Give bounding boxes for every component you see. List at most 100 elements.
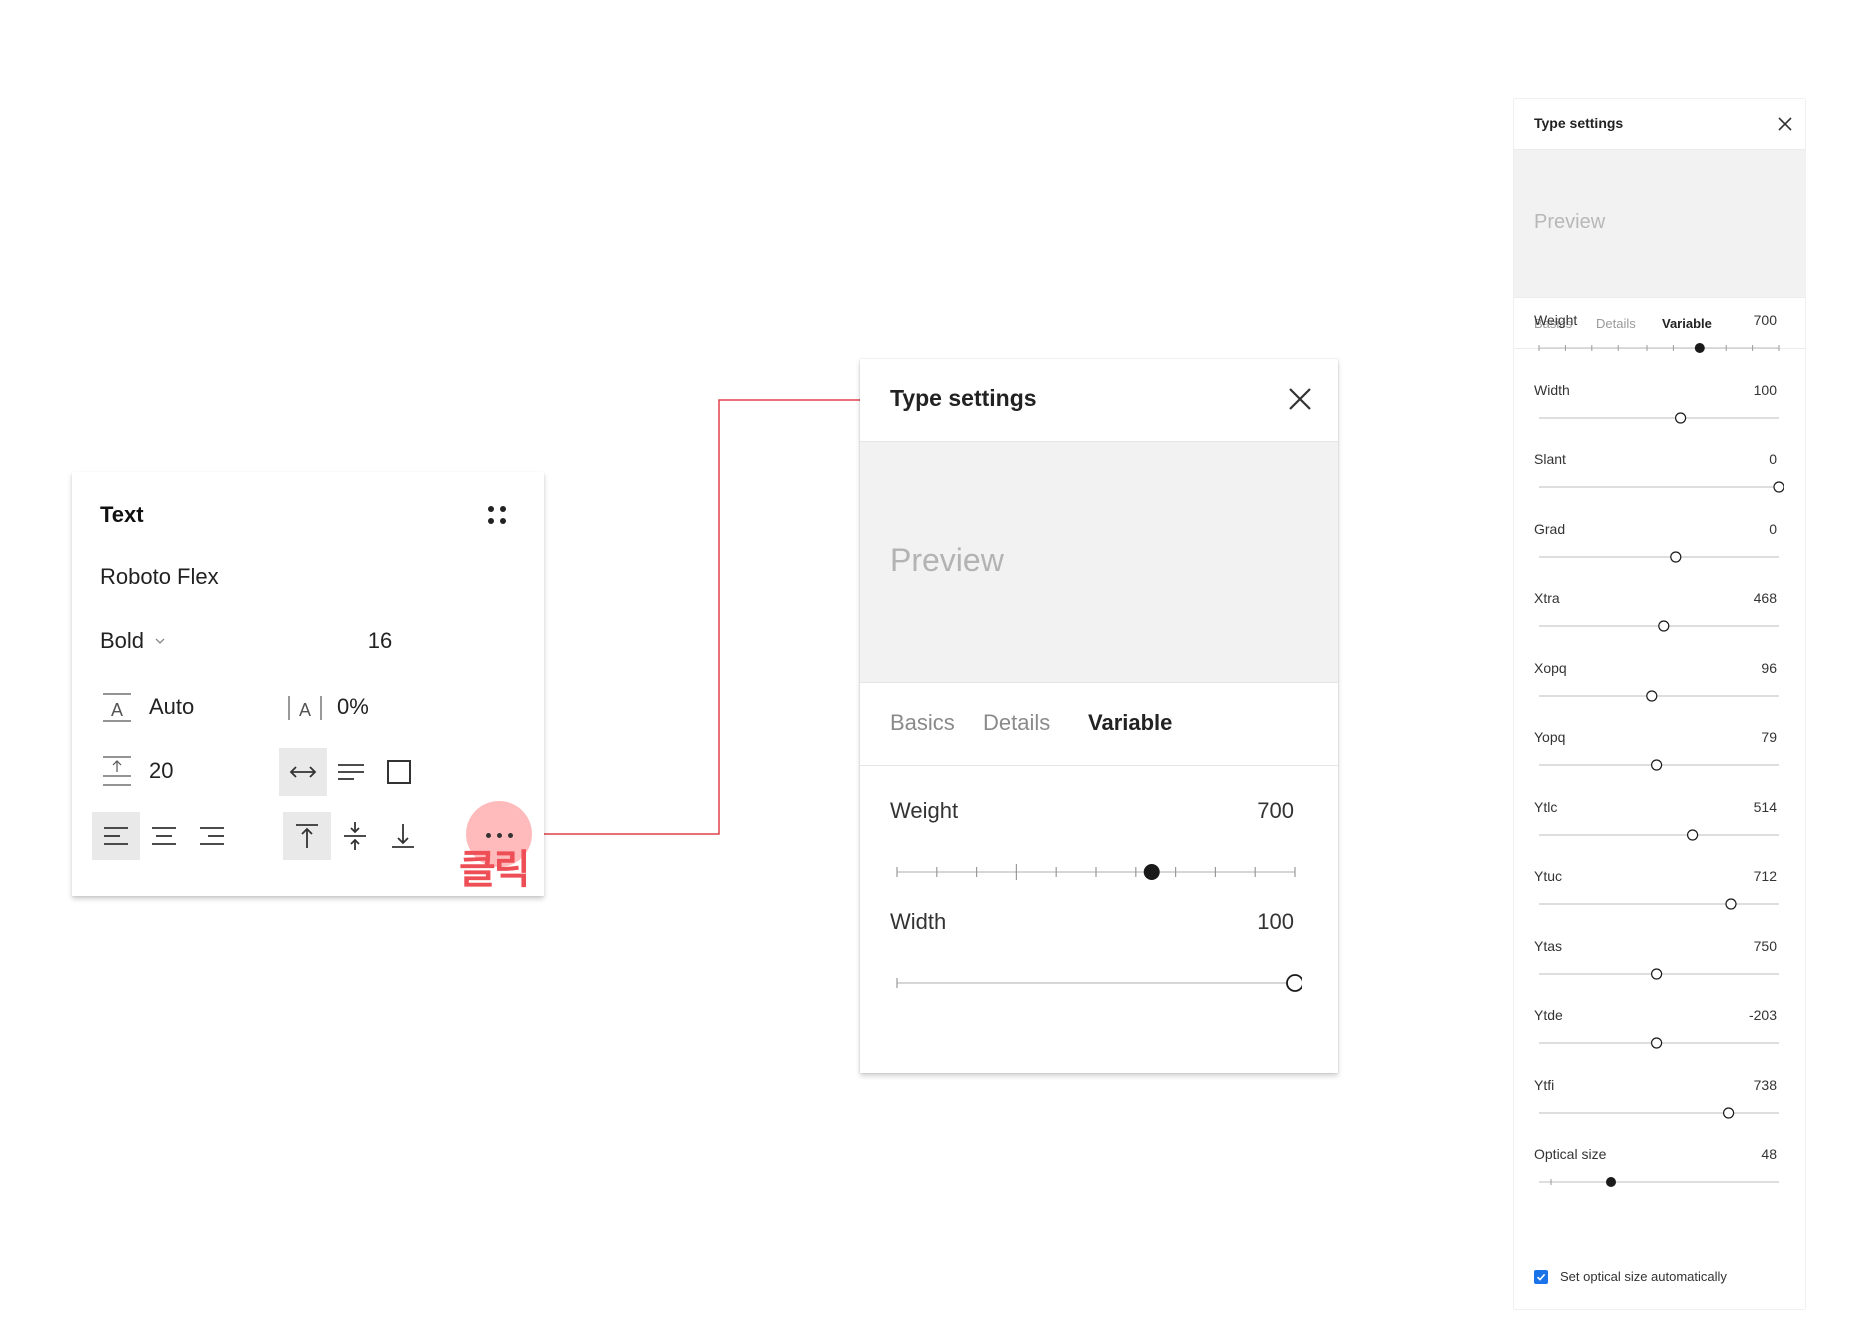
xtra-value[interactable]: 468 (1754, 590, 1777, 606)
panel-header: Type settings (860, 359, 1338, 442)
width-label: Width (890, 909, 947, 934)
yopq-slider[interactable] (1534, 755, 1784, 775)
auto-height-button[interactable] (327, 748, 375, 796)
ytuc-value[interactable]: 712 (1754, 868, 1777, 884)
align-left-button[interactable] (92, 812, 140, 860)
line-height-value[interactable]: 20 (149, 758, 173, 784)
xtra-label: Xtra (1534, 590, 1560, 606)
width-value[interactable]: 100 (1257, 909, 1294, 935)
slider-thumb[interactable] (1723, 1107, 1735, 1119)
slider-thumb[interactable] (1646, 690, 1658, 702)
align-middle-button[interactable] (331, 812, 379, 860)
optical-size-value[interactable]: 48 (1761, 1146, 1777, 1162)
weight-value[interactable]: 700 (1754, 312, 1777, 328)
grad-value[interactable]: 0 (1769, 521, 1777, 537)
align-right-button[interactable] (188, 812, 236, 860)
weight-label: Weight (890, 798, 959, 823)
width-label: Width (1534, 382, 1570, 398)
slider-thumb[interactable] (1687, 829, 1699, 841)
auto-width-button[interactable] (279, 748, 327, 796)
svg-text:A: A (299, 700, 311, 720)
align-bottom-icon (392, 824, 414, 848)
weight-slider[interactable] (1534, 338, 1784, 358)
xopq-slider[interactable] (1534, 686, 1784, 706)
fixed-size-button[interactable] (375, 748, 423, 796)
close-icon[interactable] (1284, 383, 1316, 415)
font-family-select[interactable]: Roboto Flex (100, 564, 219, 590)
slider-thumb[interactable] (1650, 759, 1663, 771)
ytde-label: Ytde (1534, 1007, 1563, 1023)
optical-size-slider[interactable] (1534, 1172, 1784, 1192)
weight-label: Weight (1534, 312, 1578, 328)
ytfi-slider[interactable] (1534, 1103, 1784, 1123)
click-annotation: 클릭 (459, 847, 531, 893)
width-slider[interactable] (1534, 408, 1784, 428)
width-value[interactable]: 100 (1754, 382, 1777, 398)
font-weight-select[interactable]: Bold (100, 628, 166, 654)
slider-thumb[interactable] (1694, 343, 1705, 353)
close-icon[interactable] (1776, 115, 1794, 133)
tab-bar: Basics Details Variable (860, 683, 1338, 766)
ytlc-value[interactable]: 514 (1754, 799, 1777, 815)
tab-details[interactable]: Details (983, 710, 1050, 736)
panel-header: Type settings (1514, 99, 1805, 150)
weight-value[interactable]: 700 (1257, 798, 1294, 824)
align-top-icon (296, 824, 318, 848)
align-center-icon (152, 827, 176, 845)
xopq-label: Xopq (1534, 660, 1567, 676)
optical-size-auto-option[interactable]: Set optical size automatically (1534, 1269, 1727, 1284)
slider-thumb[interactable] (1650, 968, 1663, 980)
square-icon (387, 760, 411, 784)
ytas-slider[interactable] (1534, 964, 1784, 984)
slider-thumb[interactable] (1675, 412, 1687, 424)
type-settings-panel: Type settings Preview Basics Details Var… (860, 359, 1338, 1073)
tab-variable[interactable]: Variable (1088, 710, 1172, 736)
xtra-slider[interactable] (1534, 616, 1784, 636)
check-icon (1536, 1273, 1546, 1281)
weight-slider[interactable] (890, 857, 1302, 887)
slant-value[interactable]: 0 (1769, 451, 1777, 467)
ytfi-value[interactable]: 738 (1754, 1077, 1777, 1093)
ytuc-slider[interactable] (1534, 894, 1784, 914)
drag-handle-icon[interactable] (486, 504, 508, 526)
yopq-value[interactable]: 79 (1761, 729, 1777, 745)
xopq-value[interactable]: 96 (1761, 660, 1777, 676)
slant-label: Slant (1534, 451, 1566, 467)
optical-size-checkbox-label: Set optical size automatically (1560, 1269, 1727, 1284)
slant-slider[interactable] (1534, 477, 1784, 497)
slider-thumb[interactable] (1773, 481, 1784, 493)
text-lines-icon (338, 764, 364, 780)
optical-size-checkbox[interactable] (1534, 1269, 1548, 1284)
tab-details[interactable]: Details (1596, 316, 1636, 331)
slider-thumb[interactable] (1143, 864, 1160, 880)
slider-thumb[interactable] (1658, 620, 1670, 632)
slider-thumb[interactable] (1670, 551, 1682, 563)
tab-variable[interactable]: Variable (1662, 316, 1712, 331)
preview-text: Preview (890, 542, 1004, 578)
letter-spacing-value[interactable]: 0% (337, 694, 369, 720)
ytas-value[interactable]: 750 (1754, 938, 1777, 954)
slider-thumb[interactable] (1650, 1037, 1663, 1049)
grad-label: Grad (1534, 521, 1566, 537)
slider-thumb[interactable] (1606, 1177, 1616, 1187)
align-center-button[interactable] (140, 812, 188, 860)
ytlc-slider[interactable] (1534, 825, 1784, 845)
slider-thumb[interactable] (1286, 974, 1302, 992)
yopq-label: Yopq (1534, 729, 1566, 745)
align-left-icon (104, 827, 128, 845)
ytde-slider[interactable] (1534, 1033, 1784, 1053)
grad-slider[interactable] (1534, 547, 1784, 567)
align-top-button[interactable] (283, 812, 331, 860)
font-weight-value: Bold (100, 628, 145, 653)
preview-text: Preview (1534, 211, 1606, 233)
align-bottom-button[interactable] (379, 812, 427, 860)
letter-size-icon: A (103, 693, 131, 722)
slider-thumb[interactable] (1725, 898, 1737, 910)
ytlc-label: Ytlc (1534, 799, 1558, 815)
chevron-down-icon (155, 638, 165, 644)
tab-basics[interactable]: Basics (890, 710, 955, 736)
letter-size-value[interactable]: Auto (149, 694, 194, 720)
ytde-value[interactable]: -203 (1749, 1007, 1777, 1023)
width-slider[interactable] (890, 968, 1302, 998)
font-size-input[interactable]: 16 (340, 628, 420, 654)
